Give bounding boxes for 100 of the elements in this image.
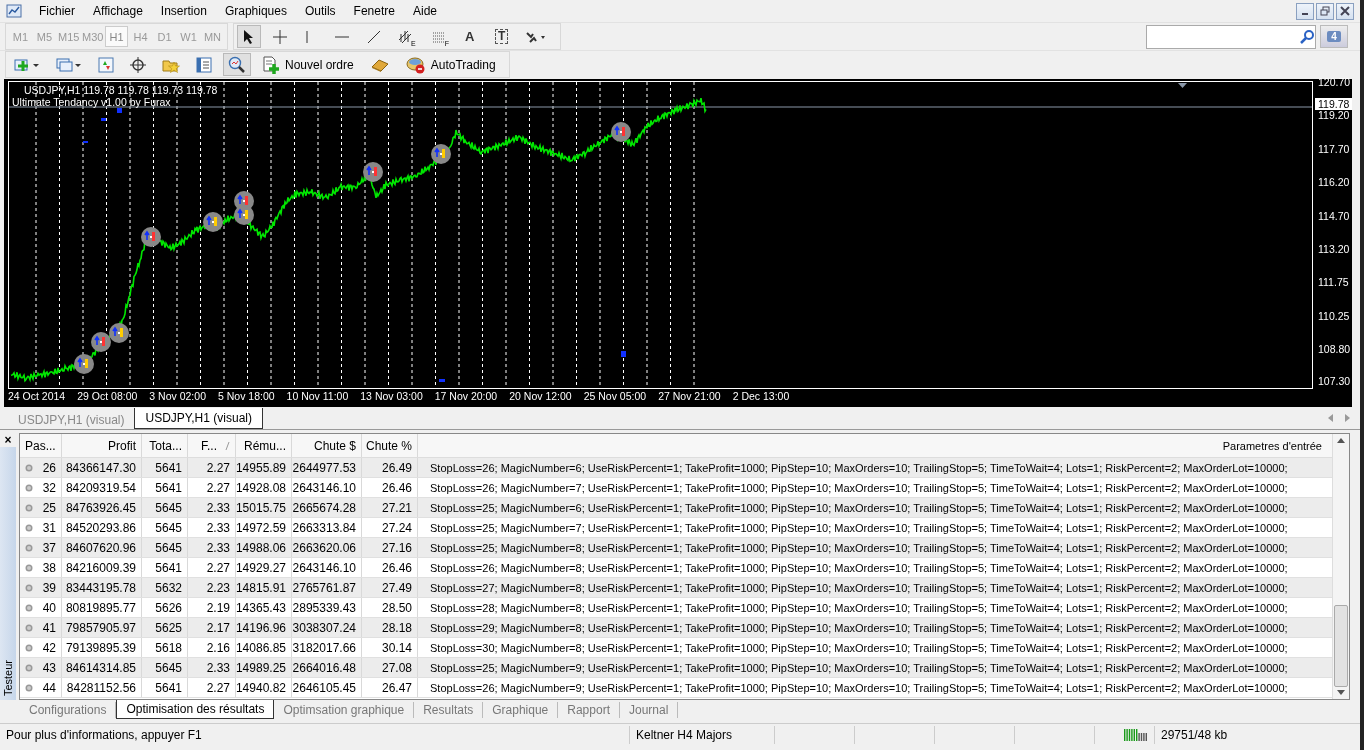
menu-item[interactable]: Affichage	[84, 4, 152, 18]
table-cell: 2.33	[188, 658, 236, 677]
panel-tab[interactable]: Optimsation graphique	[274, 702, 415, 718]
table-cell: 43	[42, 660, 56, 675]
text-tool-button[interactable]: T	[489, 25, 514, 48]
menu-item[interactable]: Insertion	[151, 4, 216, 18]
column-header[interactable]: Parametres d'entrée	[418, 434, 1332, 457]
arrows-icon	[524, 29, 547, 44]
table-cell: 2.27	[188, 478, 236, 497]
scroll-right-icon[interactable]	[1344, 414, 1350, 422]
menu-item[interactable]: Fichier	[30, 4, 84, 18]
menu-item[interactable]: Graphiques	[215, 4, 296, 18]
table-cell: 2.27	[188, 458, 236, 477]
table-cell: 84763926.45	[62, 498, 142, 517]
column-header[interactable]: F...	[188, 434, 236, 457]
table-cell: 27.24	[362, 518, 418, 537]
sort-icon	[225, 441, 230, 450]
table-cell-text: StopLoss=26; MagicNumber=9; UseRiskPercent=1; TakeProfit=1000; PipStep=10; MaxOrders=10; TrailingStop=5; TimeToWait=4; Lots=1; RiskPercent=2; MaxOrderLot=10000;	[429, 680, 1289, 696]
minimize-icon	[1302, 13, 1308, 15]
time-axis-label: 2 Dec 13:00	[732, 390, 790, 402]
chart-shift-marker[interactable]	[1178, 83, 1187, 88]
table-cell-text: StopLoss=29; MagicNumber=8; UseRiskPercent=1; TakeProfit=1000; PipStep=10; MaxOrders=10; TrailingStop=5; TimeToWait=4; Lots=1; RiskPercent=2; MaxOrderLot=10000;	[429, 620, 1289, 636]
table-cell: 26.49	[362, 458, 418, 477]
pass-dot-icon	[25, 563, 33, 572]
panel-tab[interactable]: Journal	[620, 702, 679, 718]
menu-item[interactable]: Aide	[403, 4, 446, 18]
text-tool-button[interactable]: A	[459, 25, 484, 48]
crosshair-icon	[130, 56, 146, 73]
table-cell: 5645	[142, 538, 188, 557]
table-cell-text: StopLoss=25; MagicNumber=7; UseRiskPercent=1; TakeProfit=1000; PipStep=10; MaxOrders=10; TrailingStop=5; TimeToWait=4; Lots=1; RiskPercent=2; MaxOrderLot=10000;	[429, 520, 1289, 536]
table-cell: 30.14	[362, 638, 418, 657]
scrollbar[interactable]	[1332, 434, 1349, 699]
table-cell: 37	[42, 540, 56, 555]
table-cell: 41	[42, 620, 56, 635]
table-cell: 14086.85	[236, 638, 292, 657]
scroll-up-icon[interactable]	[1337, 438, 1345, 443]
table-cell: 2643146.10	[292, 478, 362, 497]
table-cell: 14940.82	[236, 678, 292, 697]
scroll-down-icon[interactable]	[1337, 690, 1345, 695]
pass-dot-icon	[25, 683, 33, 692]
restore-icon	[1320, 6, 1330, 16]
restore-button[interactable]	[1316, 2, 1334, 20]
column-header[interactable]: Rému...	[236, 434, 292, 457]
table-cell: 84607620.96	[62, 538, 142, 557]
column-header[interactable]: Pas...	[20, 434, 62, 457]
autotrading-button[interactable]: AutoTrading	[400, 53, 501, 76]
price-axis-label: 111.75	[1318, 276, 1349, 288]
status-traffic: 29751/48 kb	[1160, 727, 1229, 744]
price-axis-label: 117.70	[1318, 143, 1350, 155]
column-header[interactable]: Profit	[62, 434, 142, 457]
chart-tab[interactable]: USDJPY,H1 (visual)	[134, 408, 263, 429]
panel-tab[interactable]: Rapport	[558, 702, 620, 718]
price-axis-label: 110.25	[1318, 310, 1350, 322]
price-axis-label: 108.80	[1318, 343, 1351, 355]
table-cell-text: StopLoss=25; MagicNumber=9; UseRiskPercent=1; TakeProfit=1000; PipStep=10; MaxOrders=10; TrailingStop=5; TimeToWait=4; Lots=1; RiskPercent=2; MaxOrderLot=10000;	[429, 660, 1289, 676]
close-button[interactable]	[1336, 2, 1354, 20]
menu-item[interactable]: Fenetre	[344, 4, 404, 18]
table-cell: 3182017.66	[292, 638, 362, 657]
close-panel-button[interactable]: ×	[0, 433, 16, 447]
column-header[interactable]: Chute %	[362, 434, 418, 457]
table-cell: 39	[42, 580, 56, 595]
pass-dot-icon	[25, 503, 33, 512]
strategy-tester-button[interactable]	[223, 53, 251, 76]
pass-dot-icon	[25, 543, 33, 552]
table-cell-text: StopLoss=28; MagicNumber=8; UseRiskPercent=1; TakeProfit=1000; PipStep=10; MaxOrders=10; TrailingStop=5; TimeToWait=4; Lots=1; RiskPercent=2; MaxOrderLot=10000;	[429, 600, 1289, 616]
panel-tab[interactable]: Graphique	[483, 702, 559, 718]
table-cell: 84614314.85	[62, 658, 142, 677]
channel-icon	[398, 29, 412, 44]
menu-item[interactable]: Outils	[295, 4, 345, 18]
table-cell: 79139895.39	[62, 638, 142, 657]
table-cell: 83443195.78	[62, 578, 142, 597]
new-order-button[interactable]: Nouvel ordre	[257, 53, 359, 76]
pass-dot-icon	[25, 663, 33, 672]
cursor-tool-button[interactable]	[237, 25, 261, 48]
time-axis-label: 29 Oct 08:00	[77, 390, 138, 402]
search-field[interactable]	[1146, 24, 1316, 49]
up-down-icon	[98, 56, 114, 73]
table-cell: 2895339.43	[292, 598, 362, 617]
column-header[interactable]: Chute $	[292, 434, 362, 457]
time-axis-label: 27 Nov 21:00	[658, 390, 721, 402]
status-profile: Keltner H4 Majors	[630, 726, 775, 744]
time-axis-label: 20 Nov 12:00	[509, 390, 572, 402]
table-cell-text: StopLoss=26; MagicNumber=7; UseRiskPercent=1; TakeProfit=1000; PipStep=10; MaxOrders=10; TrailingStop=5; TimeToWait=4; Lots=1; RiskPercent=2; MaxOrderLot=10000;	[429, 480, 1289, 496]
table-cell: 5641	[142, 478, 188, 497]
connection-bars-icon	[1124, 729, 1148, 741]
table-cell: 2663620.06	[292, 538, 362, 557]
column-header[interactable]: Tota...	[142, 434, 188, 457]
table-cell: 2.33	[188, 518, 236, 537]
panel-tab[interactable]: Resultats	[414, 702, 484, 718]
table-cell: 14928.08	[236, 478, 292, 497]
app-icon[interactable]	[6, 3, 22, 19]
price-axis-label: 120.70	[1318, 76, 1351, 88]
table-cell: 2.17	[188, 618, 236, 637]
minimize-button[interactable]	[1296, 2, 1314, 20]
scroll-left-icon[interactable]	[1328, 414, 1334, 422]
panel-tab[interactable]: Optimisation des résultats	[116, 700, 275, 719]
table-cell-text: StopLoss=26; MagicNumber=8; UseRiskPercent=1; TakeProfit=1000; PipStep=10; MaxOrders=10; TrailingStop=5; TimeToWait=4; Lots=1; RiskPercent=2; MaxOrderLot=10000;	[429, 560, 1289, 576]
table-cell: 44	[42, 680, 56, 695]
magnifier-icon	[228, 55, 246, 74]
table-cell: 2644977.53	[292, 458, 362, 477]
